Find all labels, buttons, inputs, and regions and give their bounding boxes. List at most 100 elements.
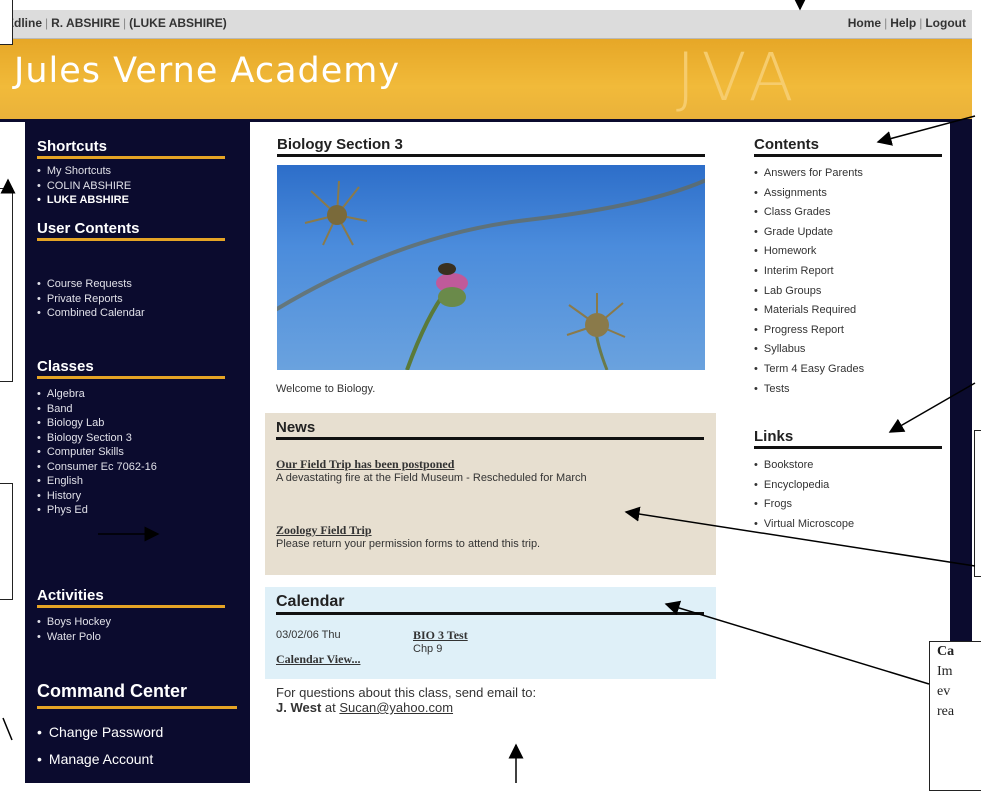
link-virtual-microscope[interactable]: Virtual Microscope <box>754 515 854 535</box>
news-heading: News <box>276 419 704 440</box>
user-contents-heading: User Contents <box>37 220 225 241</box>
calendar-event-note: Chp 9 <box>413 643 443 655</box>
change-password-link[interactable]: Change Password <box>37 722 163 749</box>
contents-item-assignments[interactable]: Assignments <box>754 184 864 204</box>
sidebar-item-water-polo[interactable]: Water Polo <box>37 630 242 645</box>
top-nav: Home | Help | Logout <box>848 16 966 30</box>
callout-line: rea <box>937 704 955 719</box>
teacher-email-link[interactable]: Sucan@yahoo.com <box>339 700 453 715</box>
annotation-box-left-shortcuts <box>0 188 13 382</box>
calendar-event-title[interactable]: BIO 3 Test <box>413 628 468 643</box>
shortcuts-list: My Shortcuts COLIN ABSHIRE LUKE ABSHIRE <box>37 164 242 208</box>
callout-line: ev <box>937 684 951 699</box>
news-panel: News Our Field Trip has been postponed A… <box>265 413 716 575</box>
link-bookstore[interactable]: Bookstore <box>754 456 854 476</box>
link-frogs[interactable]: Frogs <box>754 495 854 515</box>
sidebar-item-band[interactable]: Band <box>37 402 242 417</box>
school-banner: Jules Verne Academy JVA <box>0 39 972 122</box>
user-contents-list: Course Requests Private Reports Combined… <box>37 277 242 321</box>
contents-item-grade-update[interactable]: Grade Update <box>754 223 864 243</box>
sidebar-item-my-shortcuts[interactable]: My Shortcuts <box>37 164 242 179</box>
sidebar-item-combined-calendar[interactable]: Combined Calendar <box>37 306 242 321</box>
news-item-body: A devastating fire at the Field Museum -… <box>276 472 587 484</box>
news-item-title[interactable]: Our Field Trip has been postponed <box>276 457 708 472</box>
command-center-heading: Command Center <box>37 681 237 709</box>
school-monogram: JVA <box>676 39 800 116</box>
contents-item-tests[interactable]: Tests <box>754 380 864 400</box>
news-item: Our Field Trip has been postponed A deva… <box>276 457 708 485</box>
home-link[interactable]: Home <box>848 16 881 30</box>
nav-separator: | <box>919 16 923 30</box>
contact-prompt: For questions about this class, send ema… <box>276 685 537 700</box>
calendar-event-date: 03/02/06 Thu <box>276 629 341 641</box>
news-item-title[interactable]: Zoology Field Trip <box>276 523 708 538</box>
sidebar-item-luke-abshire[interactable]: LUKE ABSHIRE <box>37 193 242 208</box>
contents-item-answers-for-parents[interactable]: Answers for Parents <box>754 164 864 184</box>
sidebar-item-phys-ed[interactable]: Phys Ed <box>37 503 242 518</box>
crumb-student[interactable]: (LUKE ABSHIRE) <box>129 16 227 30</box>
thistle-photo-illustration <box>277 178 705 370</box>
sidebar-item-computer-skills[interactable]: Computer Skills <box>37 445 242 460</box>
sidebar-item-algebra[interactable]: Algebra <box>37 387 242 402</box>
logout-link[interactable]: Logout <box>925 16 966 30</box>
sidebar-item-history[interactable]: History <box>37 489 242 504</box>
contact-at: at <box>324 700 336 715</box>
contents-item-syllabus[interactable]: Syllabus <box>754 340 864 360</box>
command-center-list: Change Password Manage Account <box>37 722 163 776</box>
contents-item-term-4-grades[interactable]: Term 4 Easy Grades <box>754 360 864 380</box>
class-banner-photo <box>277 165 705 370</box>
contents-item-materials-required[interactable]: Materials Required <box>754 301 864 321</box>
calendar-callout-box: Ca Im ev rea <box>929 641 981 791</box>
sidebar-item-private-reports[interactable]: Private Reports <box>37 292 242 307</box>
contents-item-class-grades[interactable]: Class Grades <box>754 203 864 223</box>
calendar-panel: Calendar 03/02/06 Thu BIO 3 Test Chp 9 C… <box>265 587 716 679</box>
manage-account-link[interactable]: Manage Account <box>37 749 163 776</box>
callout-line: Im <box>937 664 953 679</box>
annotation-box-top-left <box>0 0 13 45</box>
news-item: Zoology Field Trip Please return your pe… <box>276 523 708 551</box>
welcome-text: Welcome to Biology. <box>276 383 376 395</box>
calendar-view-link[interactable]: Calendar View... <box>276 652 360 667</box>
annotation-box-right-links <box>974 430 981 577</box>
crumb-separator: | <box>45 16 49 30</box>
sidebar-item-english[interactable]: English <box>37 474 242 489</box>
sidebar-item-biology-section-3[interactable]: Biology Section 3 <box>37 431 242 446</box>
callout-line: Ca <box>937 644 955 659</box>
contents-item-progress-report[interactable]: Progress Report <box>754 321 864 341</box>
links-list: Bookstore Encyclopedia Frogs Virtual Mic… <box>754 456 854 534</box>
news-item-body: Please return your permission forms to a… <box>276 538 541 550</box>
contents-item-interim-report[interactable]: Interim Report <box>754 262 864 282</box>
activities-list: Boys Hockey Water Polo <box>37 615 242 644</box>
contents-item-homework[interactable]: Homework <box>754 242 864 262</box>
crumb-parent[interactable]: R. ABSHIRE <box>51 16 120 30</box>
link-encyclopedia[interactable]: Encyclopedia <box>754 476 854 496</box>
contents-item-lab-groups[interactable]: Lab Groups <box>754 282 864 302</box>
classes-heading: Classes <box>37 358 225 379</box>
sidebar-item-boys-hockey[interactable]: Boys Hockey <box>37 615 242 630</box>
activities-heading: Activities <box>37 587 225 608</box>
annotation-box-left-classes <box>0 483 13 600</box>
contents-heading: Contents <box>754 136 942 157</box>
links-heading: Links <box>754 428 942 449</box>
sidebar-item-course-requests[interactable]: Course Requests <box>37 277 242 292</box>
calendar-event: BIO 3 Test Chp 9 <box>413 628 468 656</box>
crumb-separator: | <box>123 16 127 30</box>
help-link[interactable]: Help <box>890 16 916 30</box>
left-sidebar: Shortcuts My Shortcuts COLIN ABSHIRE LUK… <box>25 122 250 783</box>
contact-line: J. West at Sucan@yahoo.com <box>276 700 536 715</box>
classes-list: Algebra Band Biology Lab Biology Section… <box>37 387 242 518</box>
school-name: Jules Verne Academy <box>14 51 401 91</box>
calendar-heading: Calendar <box>276 593 704 615</box>
page-title: Biology Section 3 <box>277 136 705 157</box>
sidebar-item-biology-lab[interactable]: Biology Lab <box>37 416 242 431</box>
nav-separator: | <box>884 16 888 30</box>
sidebar-item-colin-abshire[interactable]: COLIN ABSHIRE <box>37 179 242 194</box>
contact-info: For questions about this class, send ema… <box>276 685 536 715</box>
sidebar-item-consumer-ec[interactable]: Consumer Ec 7062-16 <box>37 460 242 475</box>
shortcuts-heading: Shortcuts <box>37 138 225 159</box>
top-bar: Edline | R. ABSHIRE | (LUKE ABSHIRE) Home | He… <box>0 10 972 39</box>
contents-list: Answers for Parents Assignments Class Gr… <box>754 164 864 399</box>
breadcrumb: Edline | R. ABSHIRE | (LUKE ABSHIRE) <box>6 16 227 30</box>
teacher-name: J. West <box>276 700 322 715</box>
annotation-arrow <box>2 717 13 741</box>
